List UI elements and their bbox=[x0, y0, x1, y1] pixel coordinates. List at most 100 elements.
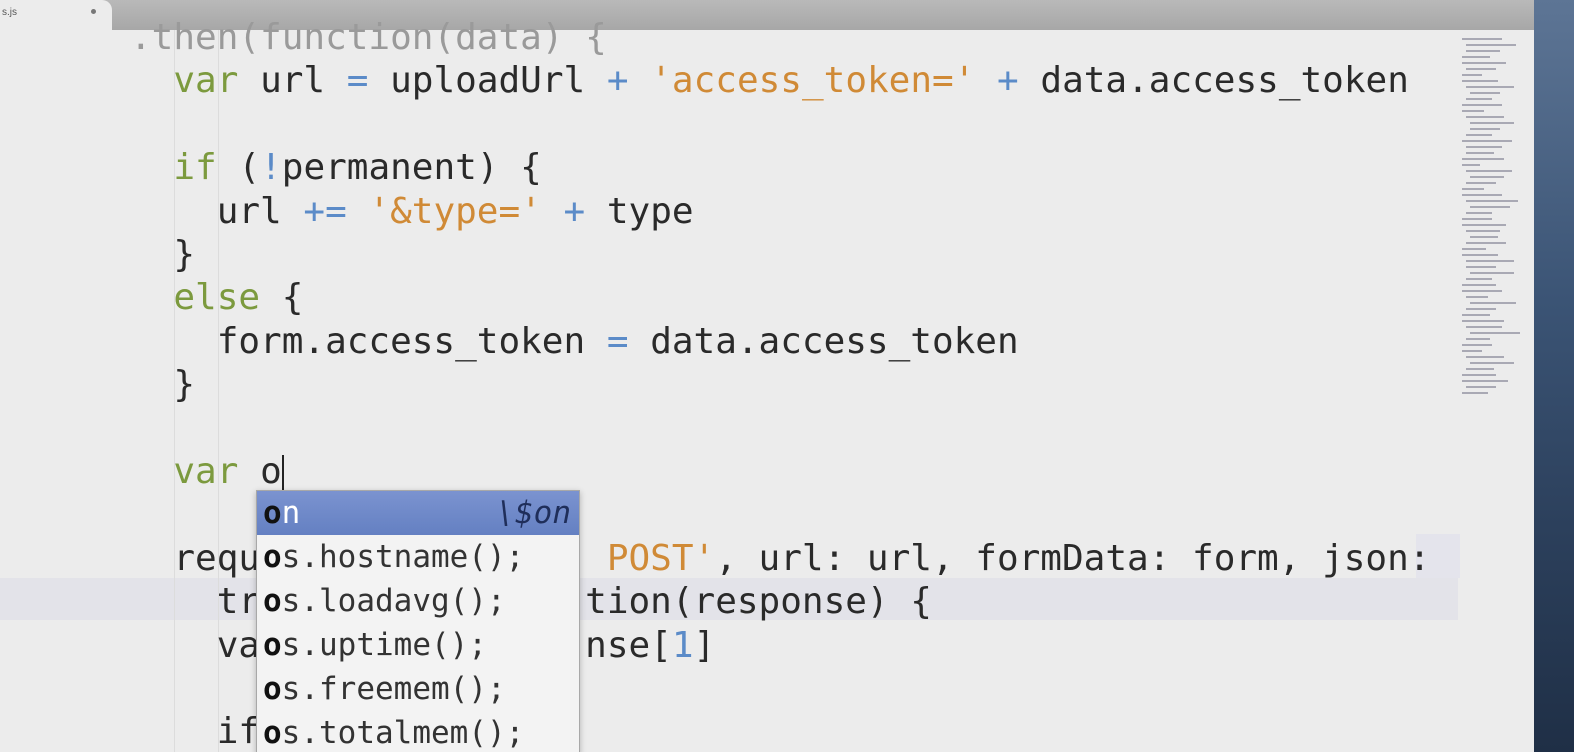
code-line[interactable]: else { bbox=[130, 276, 303, 319]
minimap-line bbox=[1462, 290, 1502, 292]
code-token: = bbox=[606, 321, 629, 362]
minimap-line bbox=[1466, 266, 1496, 268]
code-token: = bbox=[346, 60, 369, 101]
file-tab-label: s.js bbox=[2, 7, 17, 18]
code-token: nse[ bbox=[585, 625, 672, 666]
minimap-line bbox=[1462, 380, 1508, 382]
autocomplete-item[interactable]: os.hostname(); bbox=[257, 535, 579, 579]
code-line[interactable]: form.access_token = data.access_token bbox=[130, 320, 1019, 363]
autocomplete-item[interactable]: on \$on bbox=[257, 491, 579, 535]
tab-dirty-dot-icon[interactable] bbox=[91, 9, 96, 14]
minimap-line bbox=[1470, 128, 1500, 130]
minimap-line bbox=[1462, 80, 1498, 82]
code-token: requ bbox=[130, 538, 261, 579]
autocomplete-item[interactable]: os.uptime(); bbox=[257, 623, 579, 667]
minimap-line bbox=[1462, 254, 1498, 256]
minimap-line bbox=[1470, 272, 1514, 274]
code-token: type bbox=[585, 191, 694, 232]
code-token: + bbox=[997, 60, 1019, 101]
autocomplete-item-label: os.uptime(); bbox=[263, 623, 487, 667]
minimap-line bbox=[1462, 284, 1496, 286]
code-line[interactable]: url += '&type=' + type bbox=[130, 190, 694, 233]
code-line[interactable]: if (!permanent) { bbox=[130, 146, 542, 189]
minimap[interactable] bbox=[1458, 38, 1534, 408]
file-tab[interactable]: s.js bbox=[0, 0, 112, 30]
minimap-line bbox=[1462, 74, 1482, 76]
code-token: + bbox=[563, 191, 586, 232]
code-token: ( bbox=[216, 147, 261, 188]
autocomplete-rest: s.uptime(); bbox=[281, 627, 487, 663]
text-cursor bbox=[281, 455, 284, 491]
minimap-line bbox=[1462, 188, 1484, 190]
autocomplete-popup[interactable]: on \$on os.hostname(); os.loadavg(); os.upti… bbox=[256, 490, 580, 752]
minimap-line bbox=[1470, 92, 1500, 94]
code-token: tr bbox=[130, 581, 261, 622]
minimap-line bbox=[1466, 182, 1496, 184]
code-token: permanent) { bbox=[281, 147, 542, 188]
autocomplete-rest: s.hostname(); bbox=[281, 539, 525, 575]
code-token: va bbox=[130, 625, 261, 666]
code-token: , url: url, formData: form, json: bbox=[715, 538, 1431, 579]
autocomplete-item[interactable]: os.loadavg(); bbox=[257, 579, 579, 623]
code-token: ] bbox=[693, 625, 716, 666]
code-token: 'access_token=' bbox=[650, 60, 976, 101]
minimap-line bbox=[1462, 320, 1504, 322]
minimap-line bbox=[1466, 50, 1500, 52]
code-token: } bbox=[130, 234, 196, 275]
code-token: if bbox=[130, 711, 261, 752]
code-token: + bbox=[606, 60, 629, 101]
minimap-line bbox=[1462, 194, 1502, 196]
minimap-line bbox=[1466, 200, 1518, 202]
minimap-line bbox=[1462, 110, 1484, 112]
autocomplete-rest: s.loadavg(); bbox=[281, 583, 506, 619]
minimap-line bbox=[1462, 158, 1504, 160]
autocomplete-match: o bbox=[263, 715, 282, 751]
autocomplete-item-label: os.hostname(); bbox=[263, 535, 524, 579]
minimap-line bbox=[1462, 224, 1506, 226]
minimap-line bbox=[1470, 236, 1498, 238]
minimap-line bbox=[1462, 56, 1490, 58]
code-line[interactable]: var url = uploadUrl + 'access_token=' + … bbox=[130, 59, 1409, 102]
autocomplete-match: o bbox=[263, 627, 282, 663]
code-token: { bbox=[260, 277, 304, 318]
autocomplete-item-label: os.totalmem(); bbox=[263, 711, 524, 752]
code-token: url bbox=[130, 191, 304, 232]
minimap-line bbox=[1466, 116, 1504, 118]
minimap-line bbox=[1466, 338, 1490, 340]
minimap-line bbox=[1462, 140, 1512, 142]
minimap-line bbox=[1462, 374, 1496, 376]
code-line[interactable]: var o bbox=[130, 450, 284, 493]
minimap-line bbox=[1466, 368, 1494, 370]
code-token: data.access_token bbox=[628, 321, 1019, 362]
code-token: if bbox=[173, 147, 217, 188]
minimap-line bbox=[1466, 146, 1502, 148]
minimap-line bbox=[1462, 314, 1490, 316]
autocomplete-match: o bbox=[263, 495, 282, 531]
code-line[interactable]: .then(function(data) { bbox=[130, 16, 607, 59]
minimap-line bbox=[1466, 44, 1516, 46]
minimap-line bbox=[1466, 212, 1492, 214]
autocomplete-item[interactable]: os.totalmem(); bbox=[257, 711, 579, 752]
code-line[interactable]: } bbox=[130, 363, 195, 406]
minimap-line bbox=[1466, 308, 1496, 310]
minimap-line bbox=[1466, 98, 1492, 100]
autocomplete-item[interactable]: os.freemem(); bbox=[257, 667, 579, 711]
code-token: o bbox=[238, 451, 282, 492]
code-token: ! bbox=[260, 147, 282, 188]
autocomplete-rest: n bbox=[281, 495, 301, 531]
code-line[interactable]: if bbox=[130, 710, 260, 752]
code-line[interactable]: } bbox=[130, 233, 195, 276]
code-token: .then(function(data) { bbox=[130, 17, 607, 58]
gutter bbox=[0, 30, 128, 752]
code-token: form.access_token bbox=[130, 321, 607, 362]
autocomplete-item-label: os.freemem(); bbox=[263, 667, 506, 711]
minimap-line bbox=[1470, 302, 1516, 304]
